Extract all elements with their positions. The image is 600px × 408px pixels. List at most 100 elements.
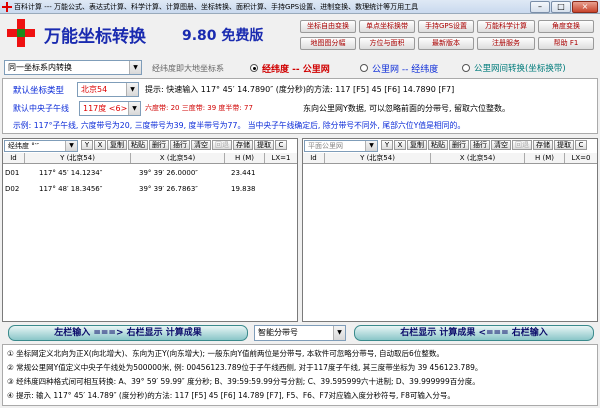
window-title: 百科计算 --- 万能公式、表达式计算、科学计算、计算图册、坐标转换、面积计算、… (14, 3, 419, 11)
left-paste-button[interactable]: 粘贴 (128, 140, 148, 150)
col-id: Id (303, 153, 325, 163)
right-tool-x[interactable]: X (394, 140, 406, 150)
note-4: ④ 提示: 输入 117° 45′ 14.789″ (度分秒)的方法: 117 … (7, 391, 455, 400)
scientific-calc-button[interactable]: 万能科学计算 (477, 20, 535, 33)
left-grid-header: Id Y (北京54) X (北京54) H (M) LX=1 (3, 153, 297, 164)
mode-select[interactable]: 同一坐标系内转换 ▼ (4, 60, 142, 75)
example-text: 示例: 117°子午线, 六度带号为20, 三度带号为39, 度半带号为77。 … (13, 121, 466, 130)
right-save-button[interactable]: 存储 (533, 140, 553, 150)
note-3: ③ 经纬度四种格式间可相互转换: A、39° 59′ 59.99″ 度分秒; B… (7, 377, 480, 386)
cell-y[interactable]: 117° 45′ 14.1234″ (39, 169, 102, 177)
latest-version-button[interactable]: 最新版本 (418, 37, 474, 50)
right-copy-button[interactable]: 复制 (407, 140, 427, 150)
right-format-value: 平面公里网 (308, 142, 343, 150)
minimize-button[interactable]: – (530, 1, 550, 13)
app-version: 9.80 免费版 (182, 28, 264, 44)
register-button[interactable]: 注册服务 (477, 37, 535, 50)
col-lx: LX=0 (571, 154, 591, 162)
compute-left-to-right-button[interactable]: 左栏输入 ===> 右栏显示 计算成果 (8, 325, 248, 341)
table-row[interactable]: D01 117° 45′ 14.1234″ 39° 39′ 26.0000″ 2… (3, 165, 297, 181)
right-clear-button[interactable]: 清空 (491, 140, 511, 150)
mode-select-value: 同一坐标系内转换 (8, 63, 72, 72)
left-tool-y[interactable]: Y (81, 140, 93, 150)
cell-id[interactable]: D01 (5, 169, 19, 177)
meridian-label: 默认中央子午线 (13, 104, 69, 113)
app-icon (2, 2, 12, 12)
compute-right-to-left-button[interactable]: 右栏显示 计算成果 <=== 右栏输入 (354, 325, 594, 341)
gps-settings-button[interactable]: 手持GPS设置 (418, 20, 474, 33)
left-copy-button[interactable]: 复制 (107, 140, 127, 150)
help-button[interactable]: 帮助 F1 (538, 37, 594, 50)
left-clear-button[interactable]: 清空 (191, 140, 211, 150)
col-h: H (M) (225, 153, 265, 163)
chevron-down-icon: ▼ (333, 326, 345, 340)
radio-grid-to-latlon[interactable] (360, 64, 368, 72)
zone-number-select[interactable]: 智能分带号 ▼ (254, 325, 346, 341)
radio-latlon-to-grid[interactable] (250, 64, 258, 72)
right-grid-header: Id Y (北京54) X (北京54) H (M) LX=0 (303, 153, 597, 164)
left-grid: 经纬度 °′″ ▼ Y X 复制 粘贴 删行 插行 清空 回退 存储 提取 C … (2, 138, 298, 322)
meridian-value: 117度 <6> (83, 104, 128, 113)
right-tool-c[interactable]: C (575, 140, 587, 150)
right-paste-button[interactable]: 粘贴 (428, 140, 448, 150)
quick-input-hint: 提示: 快速输入 117° 45′ 14.7890″ (度分秒)的方法: 117… (145, 85, 455, 94)
chevron-down-icon: ▼ (129, 61, 141, 74)
maximize-button[interactable]: □ (551, 1, 571, 13)
radio-grid-rezone[interactable] (462, 64, 470, 72)
bearing-area-button[interactable]: 方位与面积 (359, 37, 415, 50)
plus-logo-icon (7, 19, 35, 47)
right-tool-y[interactable]: Y (381, 140, 393, 150)
col-y: Y (北京54) (25, 153, 131, 163)
cell-y[interactable]: 117° 48′ 18.3456″ (39, 185, 102, 193)
single-point-rezone-button[interactable]: 单点坐标换带 (359, 20, 415, 33)
right-insert-row-button[interactable]: 插行 (470, 140, 490, 150)
chevron-down-icon: ▼ (126, 83, 138, 96)
notes-panel: ① 坐标网定义北向为正X(向北增大)、东向为正Y(向东增大); 一般东向Y值前两… (2, 344, 598, 406)
east-value-hint: 东向公里网Y数据, 可以忽略前面的分带号, 留取六位整数。 (303, 104, 511, 113)
free-transform-button[interactable]: 坐标自由变换 (300, 20, 356, 33)
map-sheet-button[interactable]: 地图图分幅 (300, 37, 356, 50)
right-grid: 平面公里网 ▼ Y X 复制 粘贴 删行 插行 清空 回退 存储 提取 C Id… (302, 138, 598, 322)
chevron-down-icon: ▼ (365, 141, 377, 151)
coord-type-select[interactable]: 北京54 ▼ (77, 82, 139, 97)
option-grid-to-latlon[interactable]: 公里网 -- 经纬度 (372, 62, 438, 75)
chevron-down-icon: ▼ (65, 141, 77, 151)
left-delete-row-button[interactable]: 删行 (149, 140, 169, 150)
coord-type-label: 默认坐标类型 (13, 86, 65, 96)
option-grid-rezone[interactable]: 公里网间转换(坐标换带) (474, 62, 566, 74)
app-title: 万能坐标转换 (44, 27, 146, 47)
left-extract-button[interactable]: 提取 (254, 140, 274, 150)
title-bar: 百科计算 --- 万能公式、表达式计算、科学计算、计算图册、坐标转换、面积计算、… (0, 0, 600, 14)
table-row[interactable]: D02 117° 48′ 18.3456″ 39° 39′ 26.7863″ 1… (3, 181, 297, 197)
right-format-select[interactable]: 平面公里网 ▼ (304, 140, 378, 152)
right-delete-row-button[interactable]: 删行 (449, 140, 469, 150)
cell-h[interactable]: 19.838 (231, 185, 256, 193)
option-latlon-to-grid[interactable]: 经纬度 -- 公里网 (262, 62, 330, 75)
zone-info: 六度带: 20 三度带: 39 度半带: 77 (145, 104, 253, 112)
coord-type-value: 北京54 (81, 85, 108, 94)
left-format-select[interactable]: 经纬度 °′″ ▼ (4, 140, 78, 152)
right-undo-button[interactable]: 回退 (512, 140, 532, 150)
cell-x[interactable]: 39° 39′ 26.0000″ (139, 169, 198, 177)
col-h: H (M) (525, 153, 565, 163)
zone-number-value: 智能分带号 (258, 328, 298, 337)
angle-convert-button[interactable]: 角度变换 (538, 20, 594, 33)
mode-hint: 经纬度即大地坐标系 (152, 64, 224, 73)
col-id: Id (3, 153, 25, 163)
right-extract-button[interactable]: 提取 (554, 140, 574, 150)
meridian-select[interactable]: 117度 <6> ▼ (79, 101, 141, 116)
left-format-value: 经纬度 °′″ (8, 142, 39, 150)
col-x: X (北京54) (431, 153, 525, 163)
left-undo-button[interactable]: 回退 (212, 140, 232, 150)
cell-id[interactable]: D02 (5, 185, 19, 193)
left-save-button[interactable]: 存储 (233, 140, 253, 150)
left-tool-x[interactable]: X (94, 140, 106, 150)
info-panel: 默认坐标类型 北京54 ▼ 提示: 快速输入 117° 45′ 14.7890″… (2, 78, 598, 134)
col-x: X (北京54) (131, 153, 225, 163)
header: 万能坐标转换 9.80 免费版 坐标自由变换 单点坐标换带 手持GPS设置 万能… (0, 14, 600, 56)
cell-h[interactable]: 23.441 (231, 169, 256, 177)
left-insert-row-button[interactable]: 插行 (170, 140, 190, 150)
cell-x[interactable]: 39° 39′ 26.7863″ (139, 185, 198, 193)
close-button[interactable]: × (572, 1, 598, 13)
left-tool-c[interactable]: C (275, 140, 287, 150)
